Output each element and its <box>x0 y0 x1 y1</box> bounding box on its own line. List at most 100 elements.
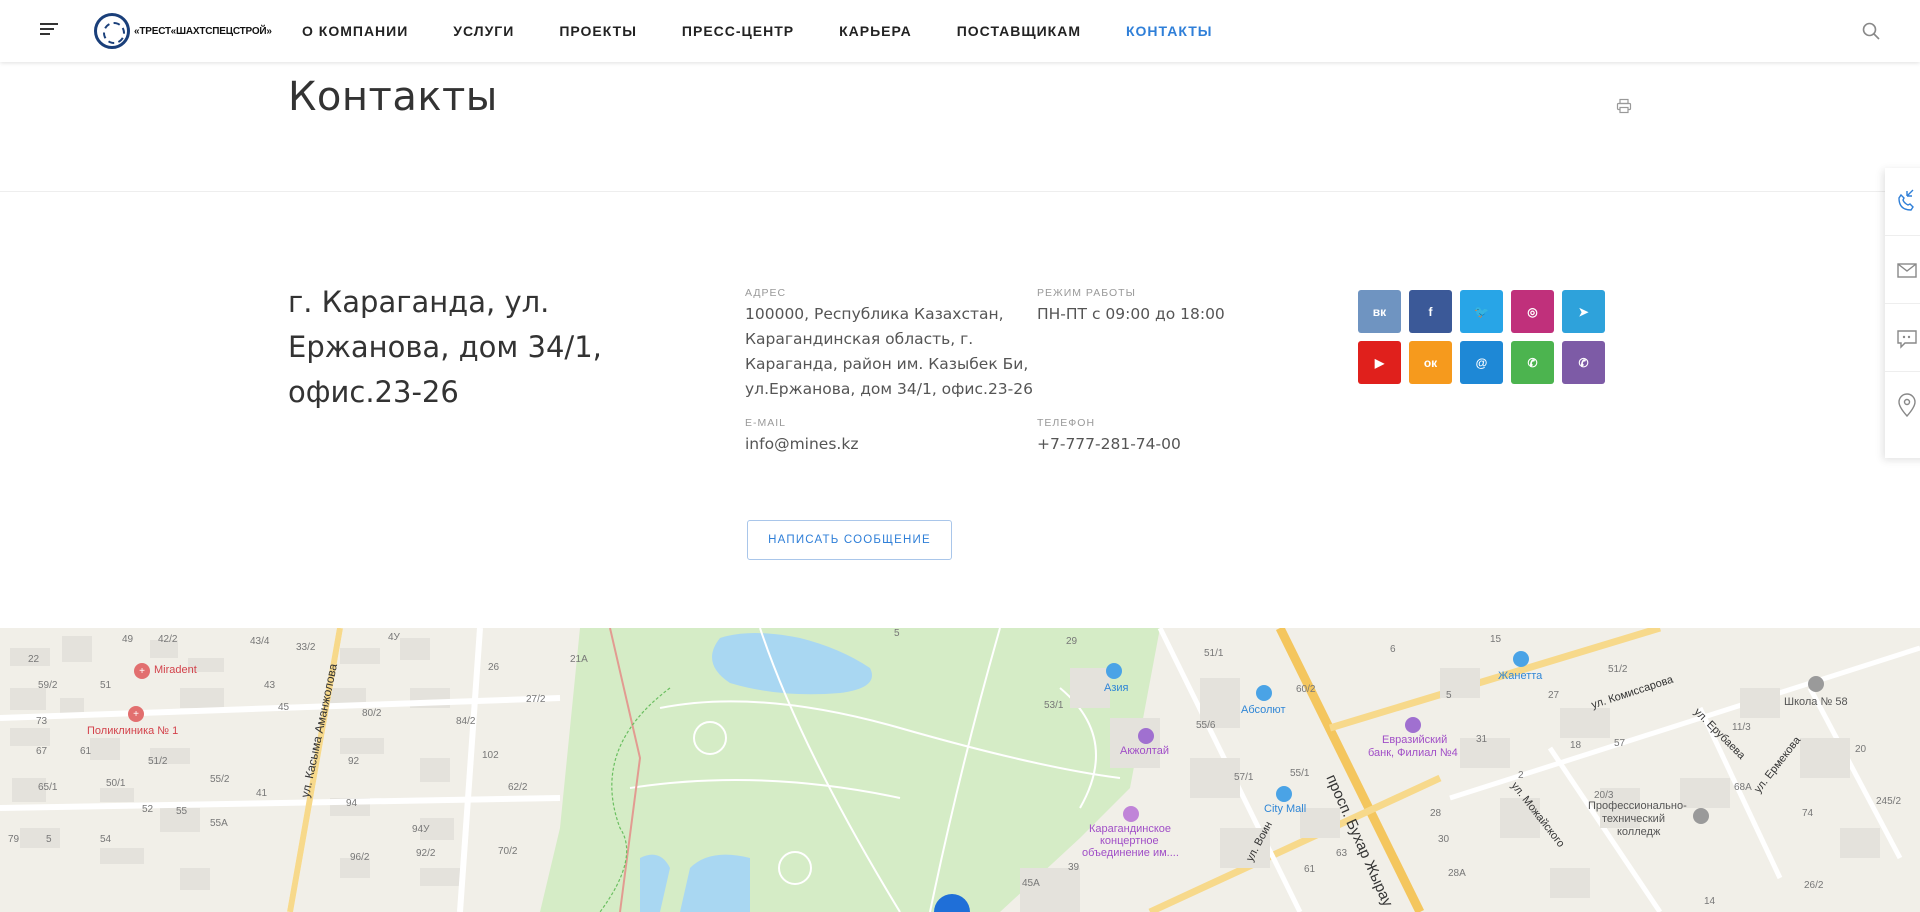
map-label: Поликлиника № 1 <box>87 725 179 737</box>
telegram-icon[interactable]: ➤ <box>1562 290 1605 333</box>
house-number: 27 <box>1548 690 1560 701</box>
nav-item-press[interactable]: ПРЕСС-ЦЕНТР <box>682 23 794 39</box>
mailru-icon[interactable]: @ <box>1460 341 1503 384</box>
house-number: 28 <box>1430 808 1442 819</box>
nav-item-suppliers[interactable]: ПОСТАВЩИКАМ <box>957 23 1081 39</box>
vk-icon[interactable]: вк <box>1358 290 1401 333</box>
house-number: 43 <box>264 680 276 691</box>
search-icon[interactable] <box>1862 22 1880 40</box>
nav-item-projects[interactable]: ПРОЕКТЫ <box>559 23 637 39</box>
house-number: 41 <box>256 788 268 799</box>
house-number: 61 <box>80 746 92 757</box>
page-title-area: Контакты <box>0 62 1920 192</box>
nav-item-services[interactable]: УСЛУГИ <box>453 23 514 39</box>
phone-callback-icon <box>1898 189 1914 211</box>
feedback-button[interactable] <box>1885 304 1920 372</box>
house-number: 55/2 <box>210 774 230 785</box>
shop-poi-icon[interactable] <box>1256 685 1272 701</box>
house-number: 50/1 <box>106 778 126 789</box>
dental-poi-icon[interactable]: + <box>134 663 150 679</box>
house-number: 31 <box>1476 734 1488 745</box>
map-label: концертное <box>1100 835 1159 847</box>
house-number: 15 <box>1490 634 1502 645</box>
house-number: 68А <box>1734 782 1752 793</box>
phone-value[interactable]: +7-777-281-74-00 <box>1037 432 1181 457</box>
shop-poi-icon[interactable] <box>1106 663 1122 679</box>
side-quick-panel <box>1885 168 1920 458</box>
house-number: 33/2 <box>296 642 316 653</box>
house-number: 57/1 <box>1234 772 1254 783</box>
house-number: 73 <box>36 716 48 727</box>
callback-button[interactable] <box>1885 168 1920 236</box>
house-number: 4У <box>388 632 400 643</box>
email-button[interactable] <box>1885 236 1920 304</box>
house-number: 26/2 <box>1804 880 1824 891</box>
house-number: 92 <box>348 756 360 767</box>
email-label: E-MAIL <box>745 417 787 429</box>
map-label: технический <box>1602 813 1665 825</box>
bank-poi-icon[interactable] <box>1405 717 1421 733</box>
house-number: 49 <box>122 634 134 645</box>
hospital-poi-icon[interactable]: + <box>128 706 144 722</box>
house-number: 245/2 <box>1876 796 1902 807</box>
map[interactable]: + Miradent + Поликлиника № 1 Азия Абсолю… <box>0 628 1920 912</box>
house-number: 96/2 <box>350 852 370 863</box>
map-label: Жанетта <box>1498 670 1543 682</box>
house-number: 59/2 <box>38 680 58 691</box>
house-number: 60/2 <box>1296 684 1316 695</box>
address-value: 100000, Республика Казахстан, Карагандин… <box>745 305 1033 398</box>
house-number: 92/2 <box>416 848 436 859</box>
map-label: Miradent <box>154 664 197 676</box>
nav-item-company[interactable]: О КОМПАНИИ <box>302 23 408 39</box>
shop-poi-icon[interactable] <box>1276 786 1292 802</box>
school-poi-icon[interactable] <box>1808 676 1824 692</box>
email-value[interactable]: info@mines.kz <box>745 432 858 457</box>
house-number: 21А <box>570 654 588 665</box>
house-number: 94 <box>346 798 358 809</box>
whatsapp-icon[interactable]: ✆ <box>1511 341 1554 384</box>
youtube-icon[interactable]: ▶ <box>1358 341 1401 384</box>
house-number: 5 <box>1446 690 1452 701</box>
map-label: Акжолтай <box>1120 745 1169 757</box>
instagram-icon[interactable]: ◎ <box>1511 290 1554 333</box>
house-number: 74 <box>1802 808 1814 819</box>
site-header: «ТРЕСТ«ШАХТСПЕЦСТРОЙ» О КОМПАНИИ УСЛУГИ … <box>0 0 1920 62</box>
location-button[interactable] <box>1885 372 1920 440</box>
chat-icon <box>1897 329 1917 349</box>
house-number: 5 <box>894 628 900 639</box>
main-nav: О КОМПАНИИ УСЛУГИ ПРОЕКТЫ ПРЕСС-ЦЕНТР КА… <box>302 0 1257 62</box>
odnoklassniki-icon[interactable]: ок <box>1409 341 1452 384</box>
college-poi-icon[interactable] <box>1693 808 1709 824</box>
theater-poi-icon[interactable] <box>1123 806 1139 822</box>
address-label: АДРЕС <box>745 287 787 299</box>
logo[interactable]: «ТРЕСТ«ШАХТСПЕЦСТРОЙ» <box>94 12 272 50</box>
house-number: 63 <box>1336 848 1348 859</box>
mail-icon <box>1897 262 1917 278</box>
twitter-icon[interactable]: 🐦 <box>1460 290 1503 333</box>
house-number: 51/2 <box>1608 664 1628 675</box>
write-message-button[interactable]: НАПИСАТЬ СООБЩЕНИЕ <box>747 520 952 560</box>
house-number: 55А <box>210 818 228 829</box>
house-number: 2 <box>1518 770 1524 781</box>
map-label: Абсолют <box>1241 704 1286 716</box>
map-label: City Mall <box>1264 803 1307 815</box>
map-canvas <box>0 628 1920 912</box>
menu-icon[interactable] <box>40 23 58 37</box>
nav-item-contacts[interactable]: КОНТАКТЫ <box>1126 23 1212 39</box>
house-number: 51/1 <box>1204 648 1224 659</box>
facebook-icon[interactable]: f <box>1409 290 1452 333</box>
house-number: 20 <box>1855 744 1867 755</box>
map-label: колледж <box>1617 826 1661 838</box>
viber-icon[interactable]: ✆ <box>1562 341 1605 384</box>
print-icon[interactable] <box>1616 98 1632 114</box>
hours-value: ПН-ПТ с 09:00 до 18:00 <box>1037 305 1225 323</box>
house-number: 70/2 <box>498 846 518 857</box>
house-number: 30 <box>1438 834 1450 845</box>
house-number: 55/6 <box>1196 720 1216 731</box>
nav-item-career[interactable]: КАРЬЕРА <box>839 23 912 39</box>
house-number: 42/2 <box>158 634 178 645</box>
venue-poi-icon[interactable] <box>1138 728 1154 744</box>
house-number: 45А <box>1022 878 1040 889</box>
shop-poi-icon[interactable] <box>1513 651 1529 667</box>
house-number: 84/2 <box>456 716 476 727</box>
